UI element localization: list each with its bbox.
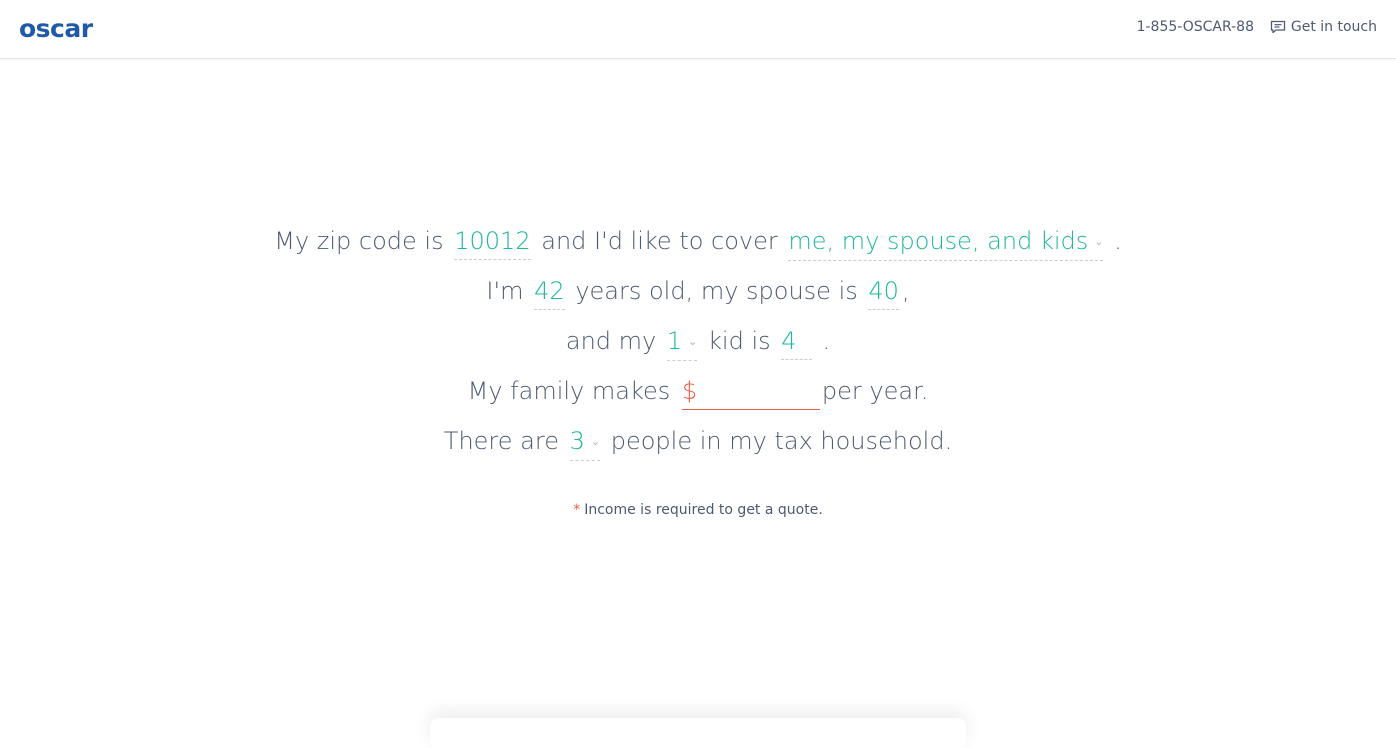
line2-suffix: , [901, 277, 910, 305]
income-line: My family makes $ per year. [0, 367, 1396, 417]
income-required-text: Income is required to get a quote. [584, 502, 823, 518]
kid-age-value: 4 [781, 327, 797, 355]
kid-age-input[interactable]: 4 [781, 323, 812, 360]
my-age-input[interactable]: 42 [534, 273, 565, 310]
dollar-sign: $ [681, 377, 698, 405]
ages-line: I'm 42 years old, my spouse is 40, [0, 267, 1396, 317]
chevron-down-icon: ⌄ [590, 435, 601, 448]
top-header: oscar 1-855-OSCAR-88 Get in touch [0, 0, 1396, 59]
household-suffix-text: people in my tax household. [610, 427, 953, 455]
get-in-touch-button[interactable]: Get in touch [1270, 19, 1377, 35]
coverage-select[interactable]: me, my spouse, and kids ⌄ [788, 223, 1104, 261]
get-in-touch-label: Get in touch [1290, 19, 1377, 35]
kid-count-select[interactable]: 1 ⌄ [666, 323, 698, 361]
income-suffix-text: per year. [821, 377, 929, 405]
phone-link[interactable]: 1-855-OSCAR-88 [1137, 19, 1254, 35]
coverage-select-value: me, my spouse, and kids [788, 227, 1089, 255]
household-line: There are 3 ⌄ people in my tax household. [0, 417, 1396, 467]
income-required-note: * Income is required to get a quote. [0, 502, 1396, 518]
required-star: * [573, 502, 581, 518]
zip-code-input[interactable]: 10012 [454, 223, 531, 260]
zip-prefix-text: My zip code is [274, 227, 444, 255]
quote-form: My zip code is 10012 and I'd like to cov… [0, 217, 1396, 467]
income-input[interactable]: $ [681, 373, 820, 410]
bottom-panel-edge [430, 718, 966, 748]
household-value: 3 [569, 427, 585, 455]
zip-coverage-line: My zip code is 10012 and I'd like to cov… [0, 217, 1396, 267]
line1-suffix: . [1114, 227, 1122, 255]
household-prefix-text: There are [443, 427, 559, 455]
household-select[interactable]: 3 ⌄ [569, 423, 601, 461]
chevron-down-icon: ⌄ [1094, 235, 1104, 248]
income-prefix-text: My family makes [467, 377, 671, 405]
spouse-prefix-text: years old, my spouse is [575, 277, 858, 305]
kid-count-value: 1 [666, 327, 683, 355]
oscar-logo[interactable]: oscar [19, 14, 93, 43]
spouse-age-input[interactable]: 40 [868, 273, 899, 310]
kids-prefix-text: and my [565, 327, 657, 355]
line3-suffix: . [822, 327, 831, 355]
age-prefix-text: I'm [486, 277, 524, 305]
kid-age-prefix-text: kid is [708, 327, 771, 355]
coverage-prefix-text: and I'd like to cover [541, 227, 778, 255]
chevron-down-icon: ⌄ [688, 335, 698, 348]
kids-line: and my 1 ⌄ kid is 4 . [0, 317, 1396, 367]
chat-icon [1270, 20, 1286, 34]
